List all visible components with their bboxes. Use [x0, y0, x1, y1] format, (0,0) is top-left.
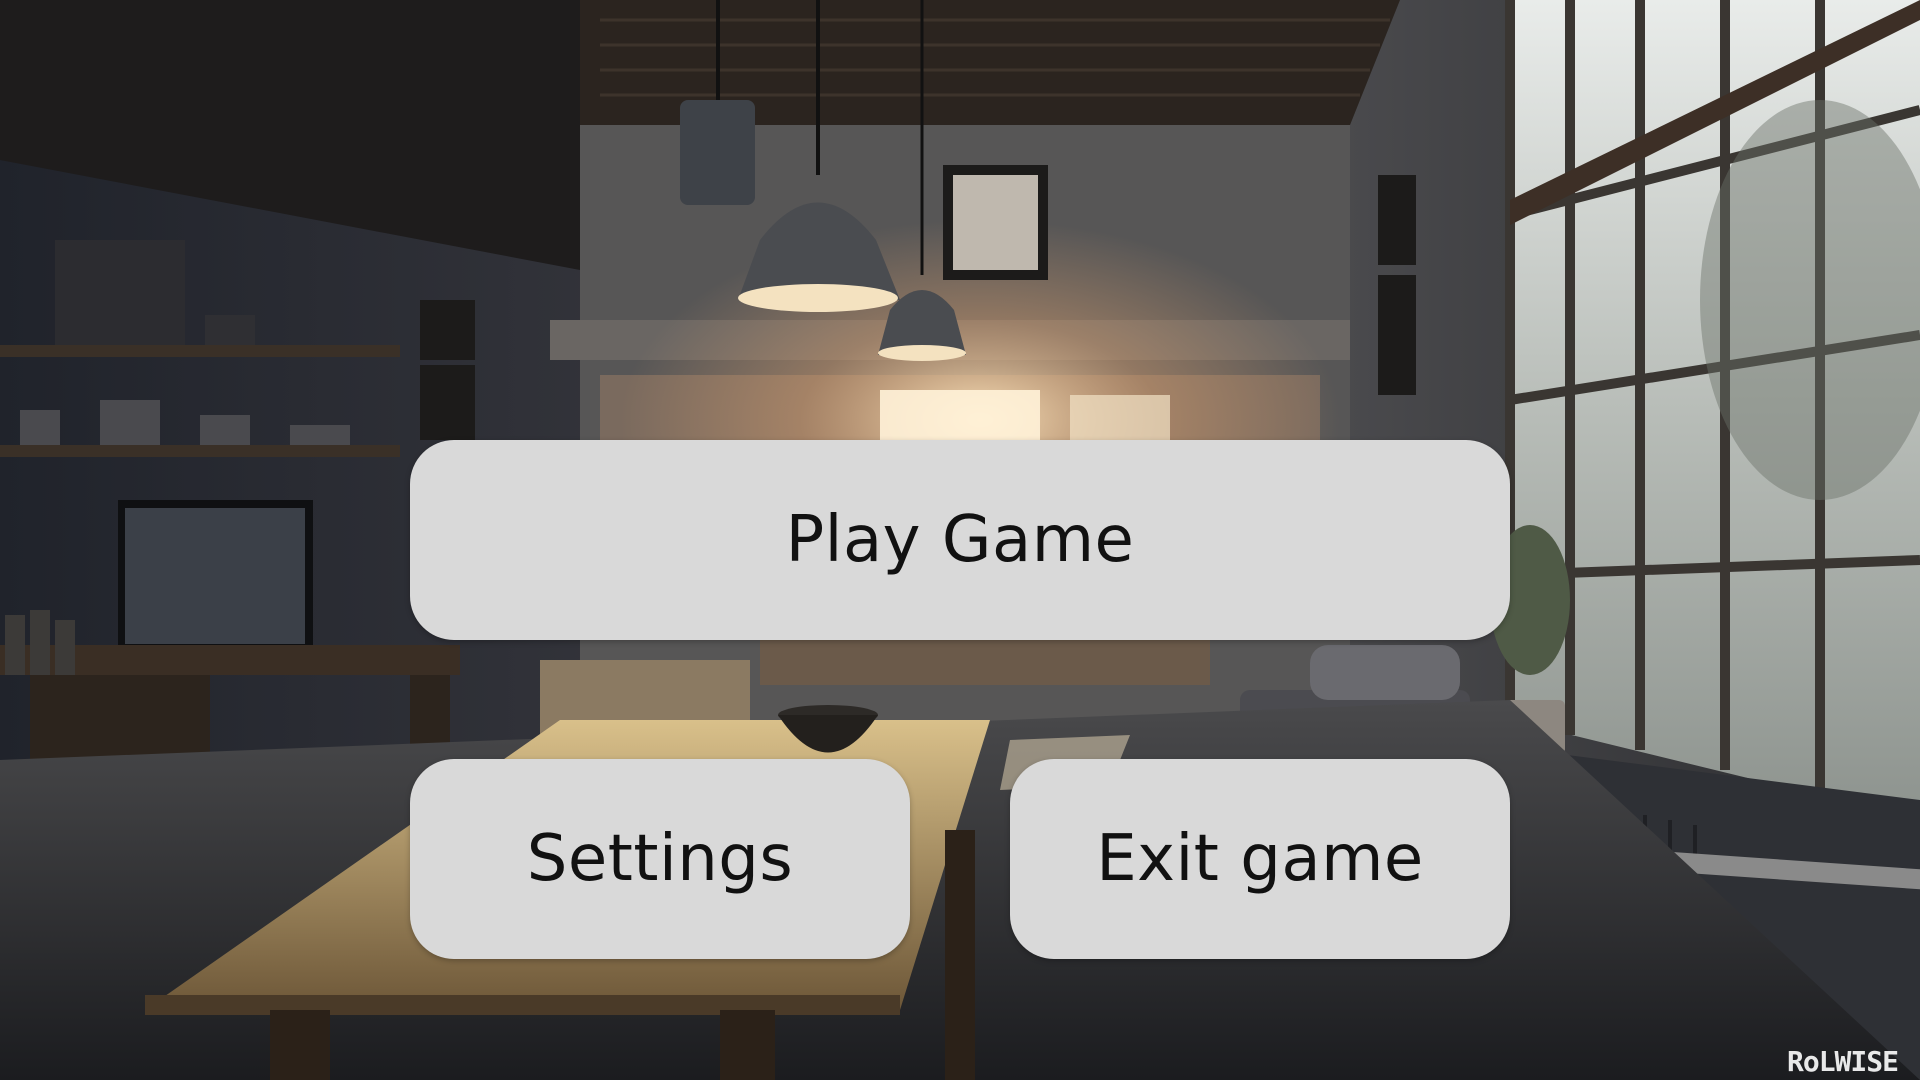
settings-button[interactable]: Settings: [410, 759, 910, 959]
brand-watermark: RoLWISE: [1786, 1045, 1899, 1078]
play-game-button[interactable]: Play Game: [410, 440, 1510, 640]
play-game-label: Play Game: [785, 503, 1135, 577]
settings-label: Settings: [526, 822, 794, 896]
exit-game-button[interactable]: Exit game: [1010, 759, 1510, 959]
exit-game-label: Exit game: [1096, 822, 1424, 896]
